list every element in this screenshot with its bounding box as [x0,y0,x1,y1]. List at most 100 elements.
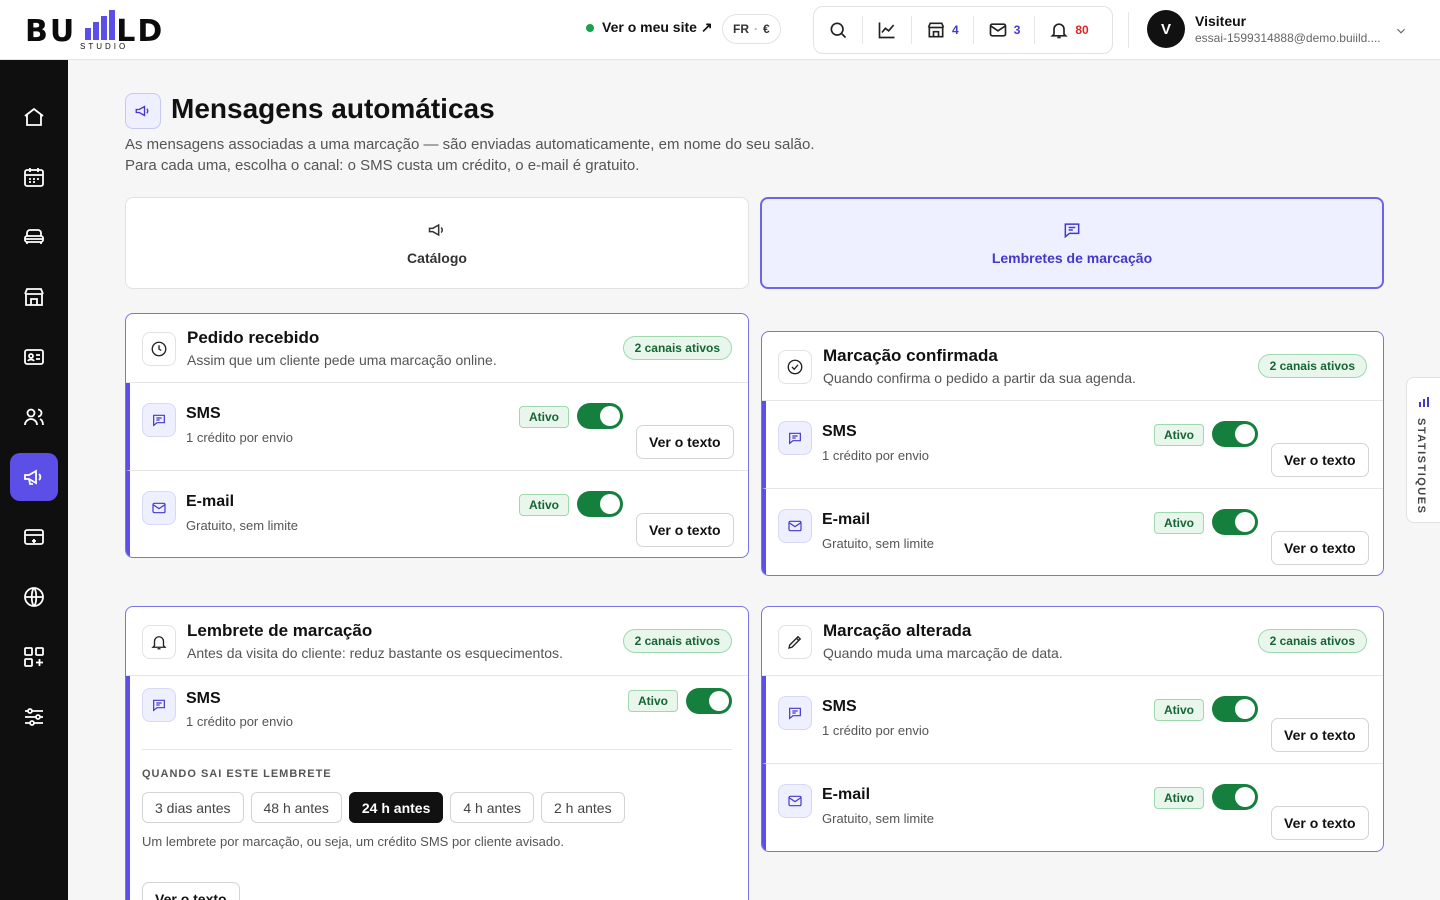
channel-toggle[interactable] [1212,421,1258,447]
statistics-side-tab[interactable]: STATISTIQUES [1406,377,1440,523]
sidebar-item-home[interactable] [10,93,58,141]
view-text-button[interactable]: Ver o texto [1271,718,1369,752]
sidebar-item-settings[interactable] [10,693,58,741]
channel-subtitle: 1 crédito por envio [822,448,929,463]
card-header: Pedido recebido Assim que um cliente ped… [126,314,748,383]
channel-icon-box [778,509,812,543]
card-icon [24,529,44,545]
page-title: Mensagens automáticas [171,93,495,124]
notifications-button[interactable]: 80 [1035,16,1102,44]
store-icon [24,288,44,306]
sidebar-item-team[interactable] [10,393,58,441]
user-email: essai-1599314888@demo.buiild.... [1195,31,1381,45]
timing-option-2h[interactable]: 2 h antes [540,792,625,823]
analytics-button[interactable] [863,16,912,44]
card-header: Marcação confirmada Quando confirma o pe… [762,332,1383,401]
view-text-button[interactable]: Ver o texto [1271,443,1369,477]
armchair-icon [24,229,44,244]
chat-bubble-icon [1064,223,1080,239]
mail-icon [989,23,1007,37]
bell-icon [1050,23,1069,39]
channel-toggle[interactable] [686,688,732,714]
sidebar-item-apps[interactable] [10,633,58,681]
view-text-button[interactable]: Ver o texto [142,882,240,900]
card-icon-box [778,625,812,659]
chevron-down-icon[interactable] [1394,24,1408,38]
card-subtitle: Quando muda uma marcação de data. [823,645,1063,661]
channel-icon-box [142,688,176,722]
sidebar [0,60,68,900]
tab-catalog[interactable]: Catálogo [125,197,749,289]
notifications-count: 80 [1075,23,1089,37]
view-text-button[interactable]: Ver o texto [636,425,734,459]
view-text-button[interactable]: Ver o texto [1271,531,1369,565]
sidebar-item-website[interactable] [10,573,58,621]
timing-option-48h[interactable]: 48 h antes [250,792,342,823]
channel-row-sms: SMS 1 crédito por envio Ativo QUANDO SAI… [126,676,748,900]
view-text-button[interactable]: Ver o texto [636,513,734,547]
channel-toggle[interactable] [1212,696,1258,722]
channel-subtitle: 1 crédito por envio [822,723,929,738]
timing-option-24h[interactable]: 24 h antes [348,792,444,823]
sms-bubble-icon [789,432,801,445]
channel-row-sms: SMS 1 crédito por envio Ativo Ver o text… [762,676,1383,764]
status-badge: Ativo [519,406,569,428]
channel-row-email: E-mail Gratuito, sem limite Ativo Ver o … [762,489,1383,575]
page-description-line-2: Para cada uma, escolha o canal: o SMS cu… [125,157,640,174]
sms-bubble-icon [153,414,165,427]
channel-toggle[interactable] [577,491,623,517]
pencil-icon [788,635,802,649]
megaphone-icon [428,223,444,237]
logo[interactable]: BU LD STUDIO [25,8,185,52]
home-icon [24,107,44,126]
top-bar: BULD STUDIO Ver o meu site ↗ FR · € 4 3 [0,0,1440,60]
channel-icon-box [778,696,812,730]
tab-booking-reminders-label: Lembretes de marcação [991,250,1153,266]
sidebar-item-clients-card[interactable] [10,333,58,381]
view-text-button[interactable]: Ver o texto [1271,806,1369,840]
channel-subtitle: 1 crédito por envio [186,430,293,445]
language-currency-selector[interactable]: FR · € [722,14,781,44]
view-site-link[interactable]: Ver o meu site ↗ [586,19,713,36]
sidebar-item-messages[interactable] [10,453,58,501]
clock-icon [151,341,167,357]
card-title: Marcação alterada [823,621,972,640]
user-menu[interactable]: V Visiteur essai-1599314888@demo.buiild.… [1147,10,1381,48]
channel-toggle[interactable] [1212,784,1258,810]
card-header: Lembrete de marcação Antes da visita do … [126,607,748,676]
active-channels-badge: 2 canais ativos [622,336,732,360]
sidebar-item-shop[interactable] [10,273,58,321]
reminder-timing-label: QUANDO SAI ESTE LEMBRETE [142,768,332,780]
logo-subtitle: STUDIO [80,42,129,51]
sidebar-item-calendar[interactable] [10,153,58,201]
sidebar-item-services[interactable] [10,213,58,261]
channel-toggle[interactable] [577,403,623,429]
channel-toggle[interactable] [1212,509,1258,535]
tab-booking-reminders[interactable]: Lembretes de marcação [760,197,1384,289]
status-badge: Ativo [1154,699,1204,721]
bell-icon [151,636,167,650]
currency-symbol: € [763,22,770,36]
status-badge: Ativo [519,494,569,516]
search-button[interactable] [814,16,863,44]
card-booking-changed: Marcação alterada Quando muda uma marcaç… [761,606,1384,852]
shop-button[interactable]: 4 [912,16,974,44]
sidebar-item-payments[interactable] [10,513,58,561]
card-subtitle: Assim que um cliente pede uma marcação o… [187,352,497,368]
channel-title: E-mail [822,786,871,803]
timing-option-4h[interactable]: 4 h antes [450,792,534,823]
channel-title: SMS [186,690,221,707]
statistics-label: STATISTIQUES [1415,418,1427,515]
mail-icon [152,502,166,514]
timing-option-3-days[interactable]: 3 dias antes [142,792,244,823]
active-channels-badge: 2 canais ativos [1257,629,1367,653]
messages-button[interactable]: 3 [974,16,1036,44]
channel-title: E-mail [186,493,235,510]
divider [142,749,732,750]
reminder-timing-options: 3 dias antes 48 h antes 24 h antes 4 h a… [142,792,625,823]
check-circle-icon [787,359,803,375]
channel-row-sms: SMS 1 crédito por envio Ativo Ver o text… [126,383,748,471]
sliders-icon [25,708,43,726]
toolbar: 4 3 80 [813,6,1113,54]
reminder-note: Um lembrete por marcação, ou seja, um cr… [142,834,564,849]
